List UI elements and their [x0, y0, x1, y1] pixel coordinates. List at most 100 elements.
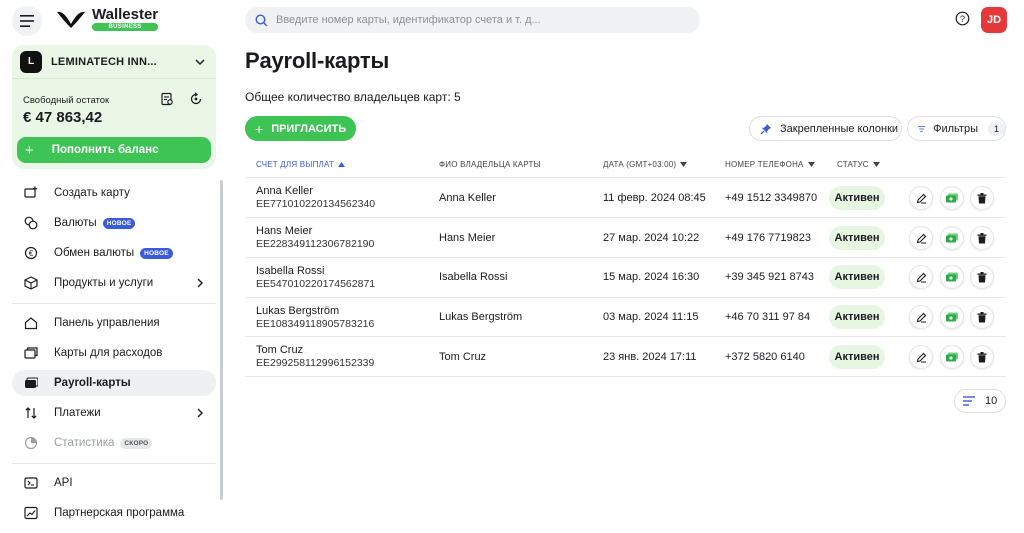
row-account-iban: EE108349118905783216 — [256, 318, 375, 330]
delete-button[interactable] — [970, 305, 994, 329]
sidebar-divider — [12, 463, 216, 464]
top-up-card-button[interactable] — [940, 226, 964, 250]
sidebar-item-label: Payroll-карты — [54, 377, 131, 389]
terminal-icon — [24, 476, 38, 490]
sidebar-item-expense-cards[interactable]: Карты для расходов — [12, 340, 216, 366]
sort-desc-icon — [680, 162, 688, 167]
edit-button[interactable] — [909, 226, 933, 250]
column-header-label: НОМЕР ТЕЛЕФОНА — [725, 160, 804, 169]
sidebar-item-partner-program[interactable]: Партнерская программа — [12, 500, 216, 526]
invite-button[interactable]: + ПРИГЛАСИТЬ — [245, 116, 356, 141]
sidebar-item-label: Валюты — [54, 217, 97, 229]
delete-button[interactable] — [970, 226, 994, 250]
edit-button[interactable] — [909, 265, 933, 289]
sidebar-item-payments[interactable]: Платежи — [12, 400, 216, 426]
search-icon — [255, 13, 268, 26]
menu-button[interactable] — [12, 6, 42, 36]
new-badge: НОВОЕ — [140, 247, 173, 259]
filters-button[interactable]: Фильтры 1 — [907, 116, 1006, 141]
sidebar-item-dashboard[interactable]: Панель управления — [12, 310, 216, 336]
chevron-right-icon — [197, 408, 203, 418]
column-header-label: ФИО ВЛАДЕЛЬЦА КАРТЫ — [439, 160, 541, 169]
row-account-name: Tom Cruz — [256, 344, 304, 356]
sidebar-item-products-services[interactable]: Продукты и услуги — [12, 270, 216, 296]
row-date: 03 мар. 2024 11:15 — [603, 311, 699, 323]
sidebar-item-api[interactable]: API — [12, 470, 216, 496]
sidebar-divider — [12, 303, 216, 304]
top-up-card-button[interactable] — [940, 265, 964, 289]
pinned-columns-label: Закрепленные колонки — [780, 122, 899, 135]
column-header-status[interactable]: СТАТУС — [837, 160, 880, 169]
row-account-iban: EE771010220134562340 — [256, 198, 376, 210]
list-size-icon — [963, 396, 975, 406]
row-phone: +372 5820 6140 — [725, 351, 805, 363]
plus-icon: + — [25, 141, 34, 159]
money-icon — [946, 233, 958, 243]
money-icon — [946, 352, 958, 362]
column-header-phone[interactable]: НОМЕР ТЕЛЕФОНА — [725, 160, 815, 169]
search-bar[interactable] — [245, 7, 700, 33]
row-phone: +39 345 921 8743 — [725, 271, 815, 283]
row-date: 15 мар. 2024 16:30 — [603, 271, 700, 283]
top-up-balance-button[interactable]: + Пополнить баланс — [17, 137, 211, 163]
sidebar-scrollbar[interactable] — [220, 180, 223, 500]
statement-icon[interactable] — [160, 92, 174, 106]
sidebar-item-currency-exchange[interactable]: € Обмен валюты НОВОЕ — [12, 240, 216, 266]
status-badge: Активен — [829, 226, 885, 250]
home-icon — [24, 316, 38, 330]
status-badge: Активен — [829, 305, 885, 329]
edit-button[interactable] — [909, 186, 933, 210]
sort-desc-icon — [807, 162, 815, 167]
refresh-icon[interactable] — [189, 92, 203, 106]
filters-label: Фильтры — [933, 122, 978, 135]
pin-icon — [760, 123, 771, 134]
help-button[interactable]: ? — [955, 11, 970, 29]
trash-icon — [977, 311, 987, 322]
column-header-owner[interactable]: ФИО ВЛАДЕЛЬЦА КАРТЫ — [439, 160, 541, 169]
top-up-card-button[interactable] — [940, 345, 964, 369]
pinned-columns-button[interactable]: Закрепленные колонки — [749, 116, 902, 141]
column-header-date[interactable]: ДАТА (GMT+03:00) — [603, 160, 688, 169]
search-input[interactable] — [276, 14, 696, 26]
account-name: LEMINATECH INN... — [51, 55, 157, 68]
svg-text:€: € — [29, 249, 34, 258]
delete-button[interactable] — [970, 186, 994, 210]
status-badge: Активен — [829, 345, 885, 369]
money-icon — [946, 312, 958, 322]
top-bar: Wallester BUSINESS ? JD — [0, 0, 1024, 42]
sidebar-item-currencies[interactable]: Валюты НОВОЕ — [12, 210, 216, 236]
user-avatar[interactable]: JD — [981, 7, 1007, 33]
row-date: 11 февр. 2024 08:45 — [603, 192, 706, 204]
sidebar-item-label: Партнерская программа — [54, 507, 185, 519]
brand-logo[interactable]: Wallester BUSINESS — [56, 6, 159, 31]
sidebar-item-label: Создать карту — [54, 187, 130, 199]
invite-label: ПРИГЛАСИТЬ — [271, 122, 347, 135]
page-size-value: 10 — [985, 395, 998, 407]
page-title: Payroll-карты — [245, 48, 390, 73]
column-header-account[interactable]: СЧЕТ ДЛЯ ВЫПЛАТ — [256, 160, 345, 169]
edit-icon — [916, 312, 926, 322]
sidebar-item-create-card[interactable]: Создать карту — [12, 180, 216, 206]
edit-button[interactable] — [909, 305, 933, 329]
delete-button[interactable] — [970, 265, 994, 289]
edit-icon — [916, 233, 926, 243]
row-owner: Hans Meier — [439, 232, 496, 244]
cards-icon — [24, 346, 38, 360]
row-account-iban: EE228349112306782190 — [256, 238, 375, 250]
account-card: L LEMINATECH INN... Свободный остаток € … — [12, 45, 216, 169]
row-account-name: Hans Meier — [256, 225, 313, 237]
money-icon — [946, 193, 958, 203]
brand-name: Wallester — [92, 6, 159, 23]
brand-badge: BUSINESS — [92, 23, 159, 31]
row-date: 27 мар. 2024 10:22 — [603, 232, 700, 244]
delete-button[interactable] — [970, 345, 994, 369]
top-up-card-button[interactable] — [940, 305, 964, 329]
row-phone: +49 176 7719823 — [725, 232, 811, 244]
row-account-name: Isabella Rossi — [256, 265, 325, 277]
top-up-card-button[interactable] — [940, 186, 964, 210]
account-selector[interactable]: L LEMINATECH INN... — [12, 45, 216, 79]
row-divider — [245, 376, 1006, 377]
sidebar-item-payroll-cards[interactable]: Payroll-карты — [12, 370, 216, 396]
edit-button[interactable] — [909, 345, 933, 369]
page-size-selector[interactable]: 10 — [954, 389, 1006, 413]
